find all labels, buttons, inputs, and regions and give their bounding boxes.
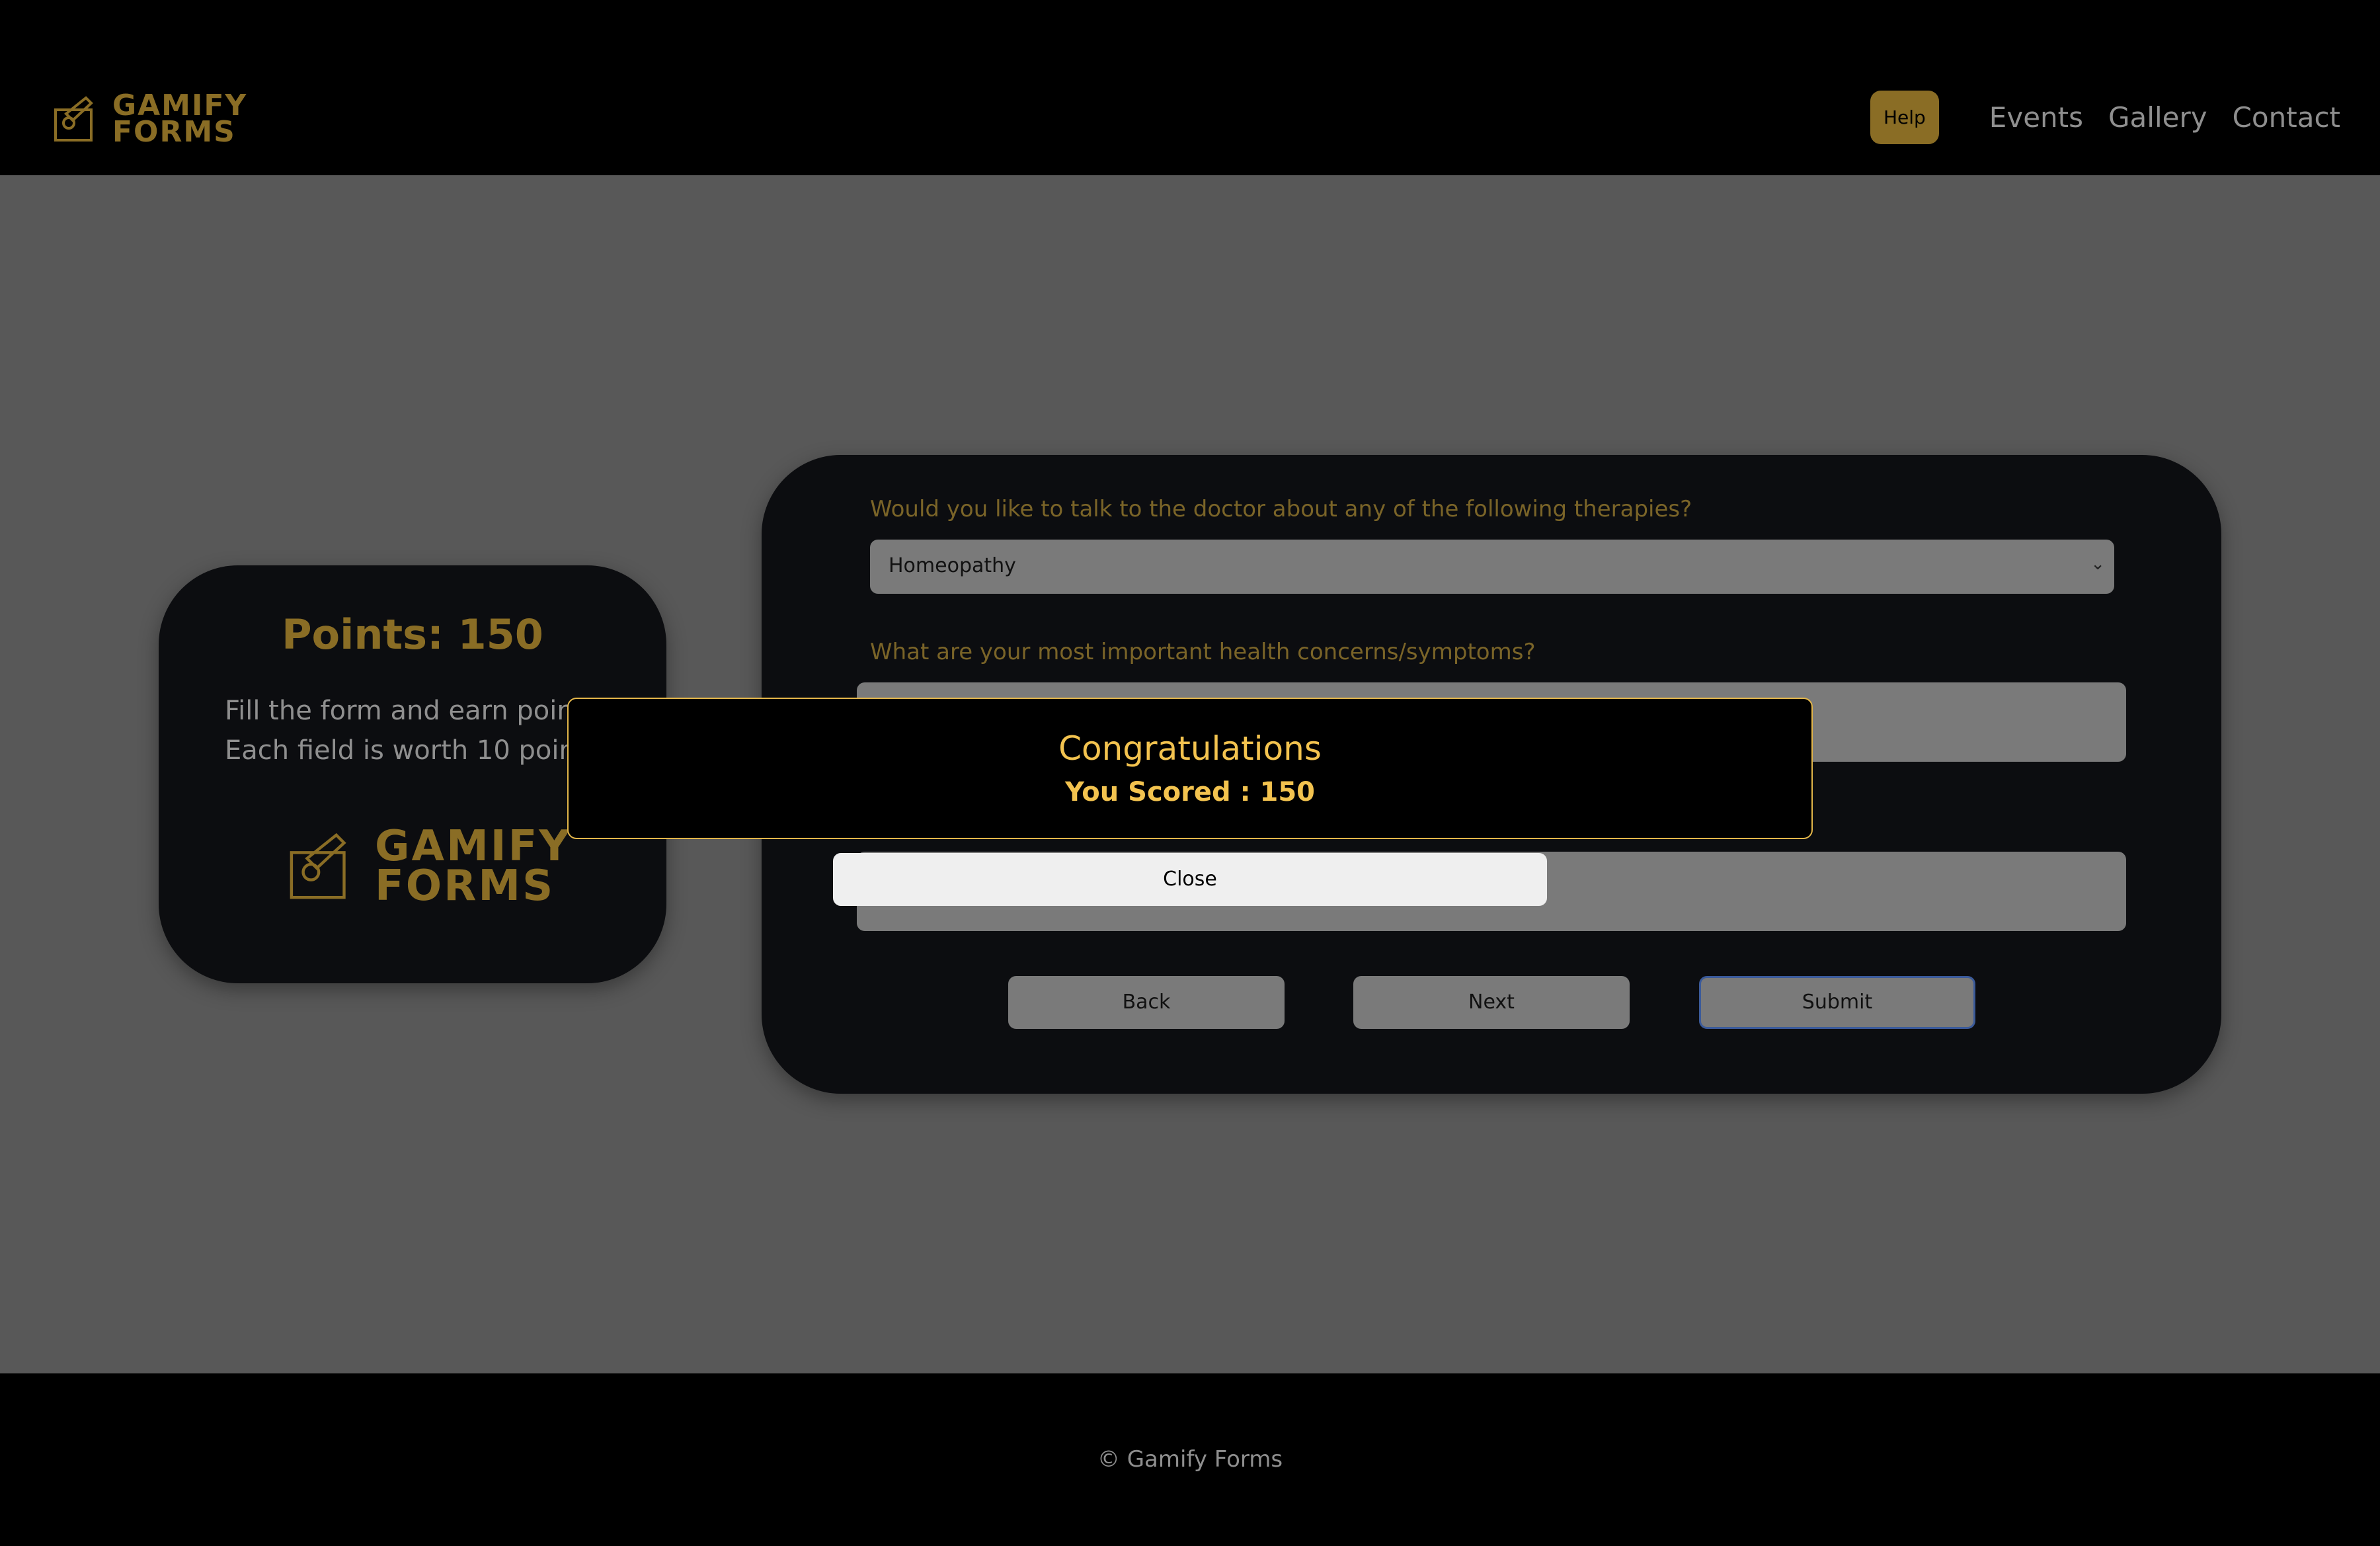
modal-score: You Scored : 150 (1064, 777, 1315, 807)
card-logo-line1: GAMIFY (375, 822, 572, 871)
main-nav: Help Events Gallery Contact (1870, 91, 2340, 144)
chevron-down-icon: ⌄ (2090, 554, 2105, 574)
submit-button[interactable]: Submit (1699, 976, 1975, 1029)
logo-text-line2: FORMS (112, 115, 236, 149)
nav-link-gallery[interactable]: Gallery (2108, 101, 2207, 134)
close-button[interactable]: Close (833, 853, 1547, 906)
form-pen-icon (54, 96, 93, 142)
card-logo-line2: FORMS (375, 862, 555, 911)
congratulations-modal: Congratulations You Scored : 150 (567, 698, 1813, 839)
therapy-select[interactable]: Homeopathy ⌄ (870, 540, 2114, 594)
points-counter: Points: 150 (282, 610, 543, 659)
back-button[interactable]: Back (1008, 976, 1285, 1029)
therapy-select-value: Homeopathy (889, 554, 1016, 577)
header-logo[interactable]: GAMIFY FORMS (53, 91, 247, 149)
nav-link-contact[interactable]: Contact (2233, 101, 2340, 134)
concerns-question-label: What are your most important health conc… (870, 639, 1536, 665)
footer-copyright: © Gamify Forms (1097, 1446, 1283, 1473)
nav-help-button[interactable]: Help (1870, 91, 1939, 144)
form-pen-icon (290, 833, 346, 899)
site-footer: © Gamify Forms (0, 1373, 2380, 1546)
therapy-question-label: Would you like to talk to the doctor abo… (870, 496, 1692, 522)
modal-title: Congratulations (1058, 729, 1322, 768)
page: GAMIFY FORMS Help Events Gallery Contact… (0, 0, 2380, 1546)
card-logo: GAMIFY FORMS (288, 822, 572, 911)
site-header: GAMIFY FORMS Help Events Gallery Contact (0, 0, 2380, 175)
next-button[interactable]: Next (1353, 976, 1630, 1029)
nav-link-events[interactable]: Events (1989, 101, 2083, 134)
